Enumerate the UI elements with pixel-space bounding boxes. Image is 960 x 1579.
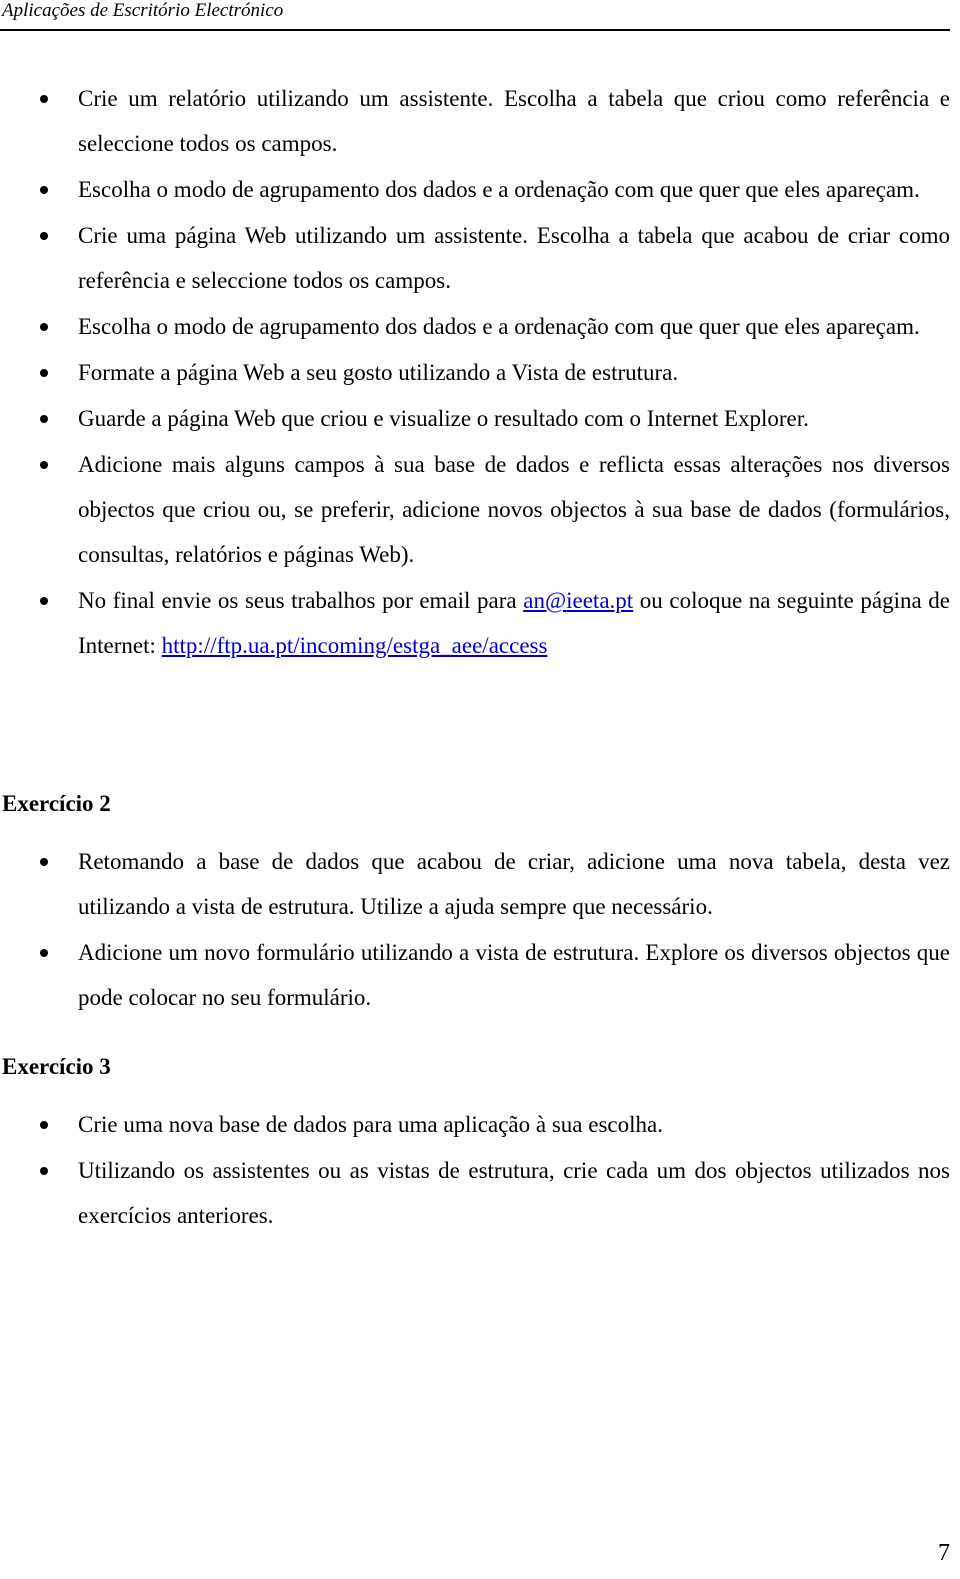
bullet-icon bbox=[40, 461, 48, 469]
list-item: Guarde a página Web que criou e visualiz… bbox=[0, 396, 950, 441]
exercise-3-list: Crie uma nova base de dados para uma apl… bbox=[0, 1102, 950, 1239]
list-item: Formate a página Web a seu gosto utiliza… bbox=[0, 350, 950, 395]
page-number: 7 bbox=[938, 1540, 950, 1566]
exercise-2-list: Retomando a base de dados que acabou de … bbox=[0, 839, 950, 1021]
bullet-icon bbox=[40, 1121, 48, 1129]
list-item: Crie uma nova base de dados para uma apl… bbox=[0, 1102, 950, 1147]
list-item: Escolha o modo de agrupamento dos dados … bbox=[0, 304, 950, 349]
list-item: Crie um relatório utilizando um assisten… bbox=[0, 76, 950, 166]
exercise-2-heading: Exercício 2 bbox=[2, 791, 111, 816]
list-item-submission: No final envie os seus trabalhos por ema… bbox=[0, 578, 950, 668]
list-item: Adicione um novo formulário utilizando a… bbox=[0, 930, 950, 1020]
exercise-3-heading: Exercício 3 bbox=[2, 1054, 111, 1079]
bullet-icon bbox=[40, 232, 48, 240]
bullet-icon bbox=[40, 415, 48, 423]
running-header: Aplicações de Escritório Electrónico bbox=[2, 0, 284, 21]
bullet-icon bbox=[40, 369, 48, 377]
email-link[interactable]: an@ieeta.pt bbox=[523, 588, 633, 613]
list-item: Retomando a base de dados que acabou de … bbox=[0, 839, 950, 929]
list-item: Utilizando os assistentes ou as vistas d… bbox=[0, 1148, 950, 1238]
bullet-icon bbox=[40, 858, 48, 866]
bullet-icon bbox=[40, 95, 48, 103]
list-item: Crie uma página Web utilizando um assist… bbox=[0, 213, 950, 303]
header-rule bbox=[0, 29, 950, 31]
bullet-icon bbox=[40, 597, 48, 605]
bullet-icon bbox=[40, 1167, 48, 1175]
bullet-icon bbox=[40, 323, 48, 331]
bullet-icon bbox=[40, 186, 48, 194]
list-item: Adicione mais alguns campos à sua base d… bbox=[0, 442, 950, 577]
list-item: Escolha o modo de agrupamento dos dados … bbox=[0, 167, 950, 212]
ftp-url-link[interactable]: http://ftp.ua.pt/incoming/estga_aee/acce… bbox=[162, 633, 548, 658]
task-list-1: Crie um relatório utilizando um assisten… bbox=[0, 76, 950, 669]
bullet-icon bbox=[40, 949, 48, 957]
